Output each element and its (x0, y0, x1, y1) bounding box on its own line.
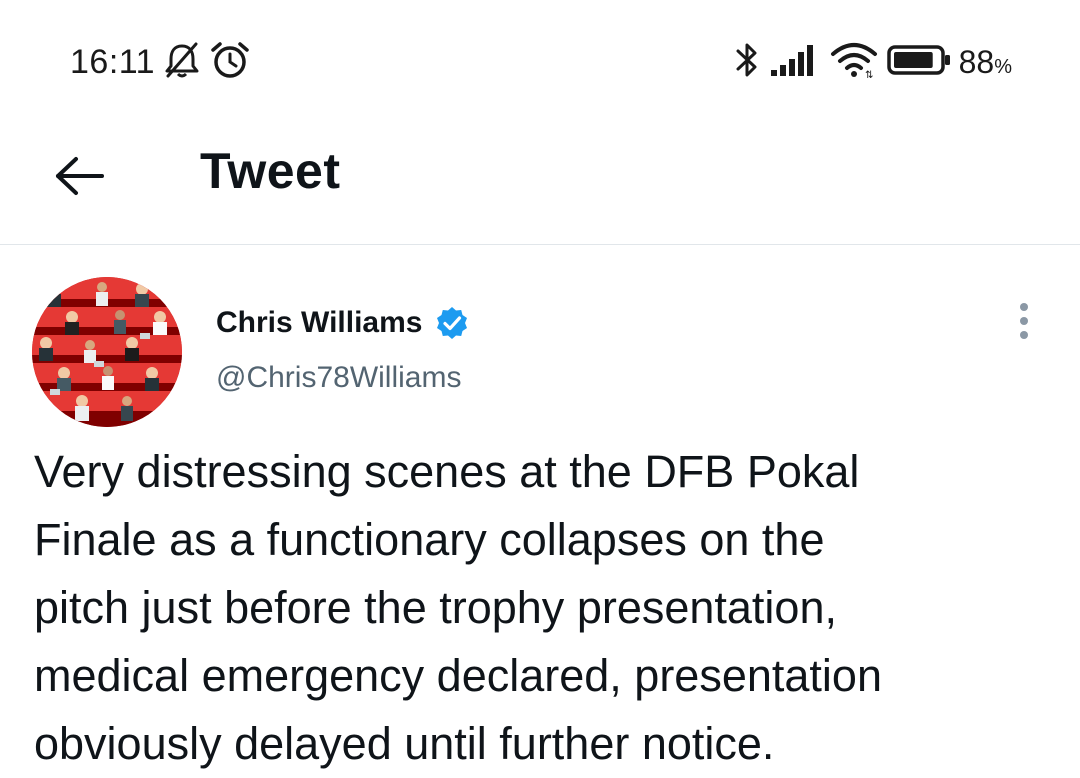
svg-text:⇅: ⇅ (865, 70, 873, 80)
tweet-text-line: Finale as a functionary collapses on the (34, 514, 825, 565)
more-vertical-icon (1017, 301, 1031, 346)
avatar[interactable] (32, 277, 182, 427)
author-handle[interactable]: @Chris78Williams (216, 361, 461, 395)
tweet-text-line: medical emergency declared, presentation (34, 650, 882, 701)
tweet-text-line: pitch just before the trophy presentatio… (34, 582, 837, 633)
tweet: Chris Williams @Chris78Williams Very dis… (0, 245, 1080, 777)
alarm-icon (209, 40, 251, 85)
page-title: Tweet (200, 143, 341, 199)
status-time: 16:11 (70, 42, 156, 81)
bluetooth-icon (733, 40, 761, 85)
signal-icon (769, 40, 821, 85)
battery-percent-value: 88 (958, 43, 995, 80)
tweet-text-line: Very distressing scenes at the DFB Pokal (34, 446, 860, 497)
battery-fill (893, 51, 933, 68)
back-arrow-icon (54, 155, 106, 202)
battery-percent-sign: % (994, 55, 1012, 78)
battery-percent: 88% (959, 44, 1012, 81)
status-left: 16:11 (70, 40, 251, 84)
verified-badge-icon (434, 305, 470, 341)
wifi-icon: ⇅ (829, 40, 879, 85)
bell-off-icon (163, 40, 201, 85)
status-bar: 16:11 ⇅ 88% (0, 0, 1080, 120)
tweet-text-line: obviously delayed until further notice. (34, 718, 775, 769)
author-name[interactable]: Chris Williams (216, 306, 422, 340)
battery-icon (886, 40, 953, 85)
tweet-text: Very distressing scenes at the DFB Pokal… (34, 438, 1044, 778)
author-name-row: Chris Williams (216, 305, 470, 341)
header: Tweet (0, 120, 1080, 245)
status-right: ⇅ 88% (725, 40, 1012, 84)
more-options-button[interactable] (1000, 299, 1048, 347)
back-button[interactable] (40, 138, 120, 218)
avatar-image (32, 277, 182, 427)
